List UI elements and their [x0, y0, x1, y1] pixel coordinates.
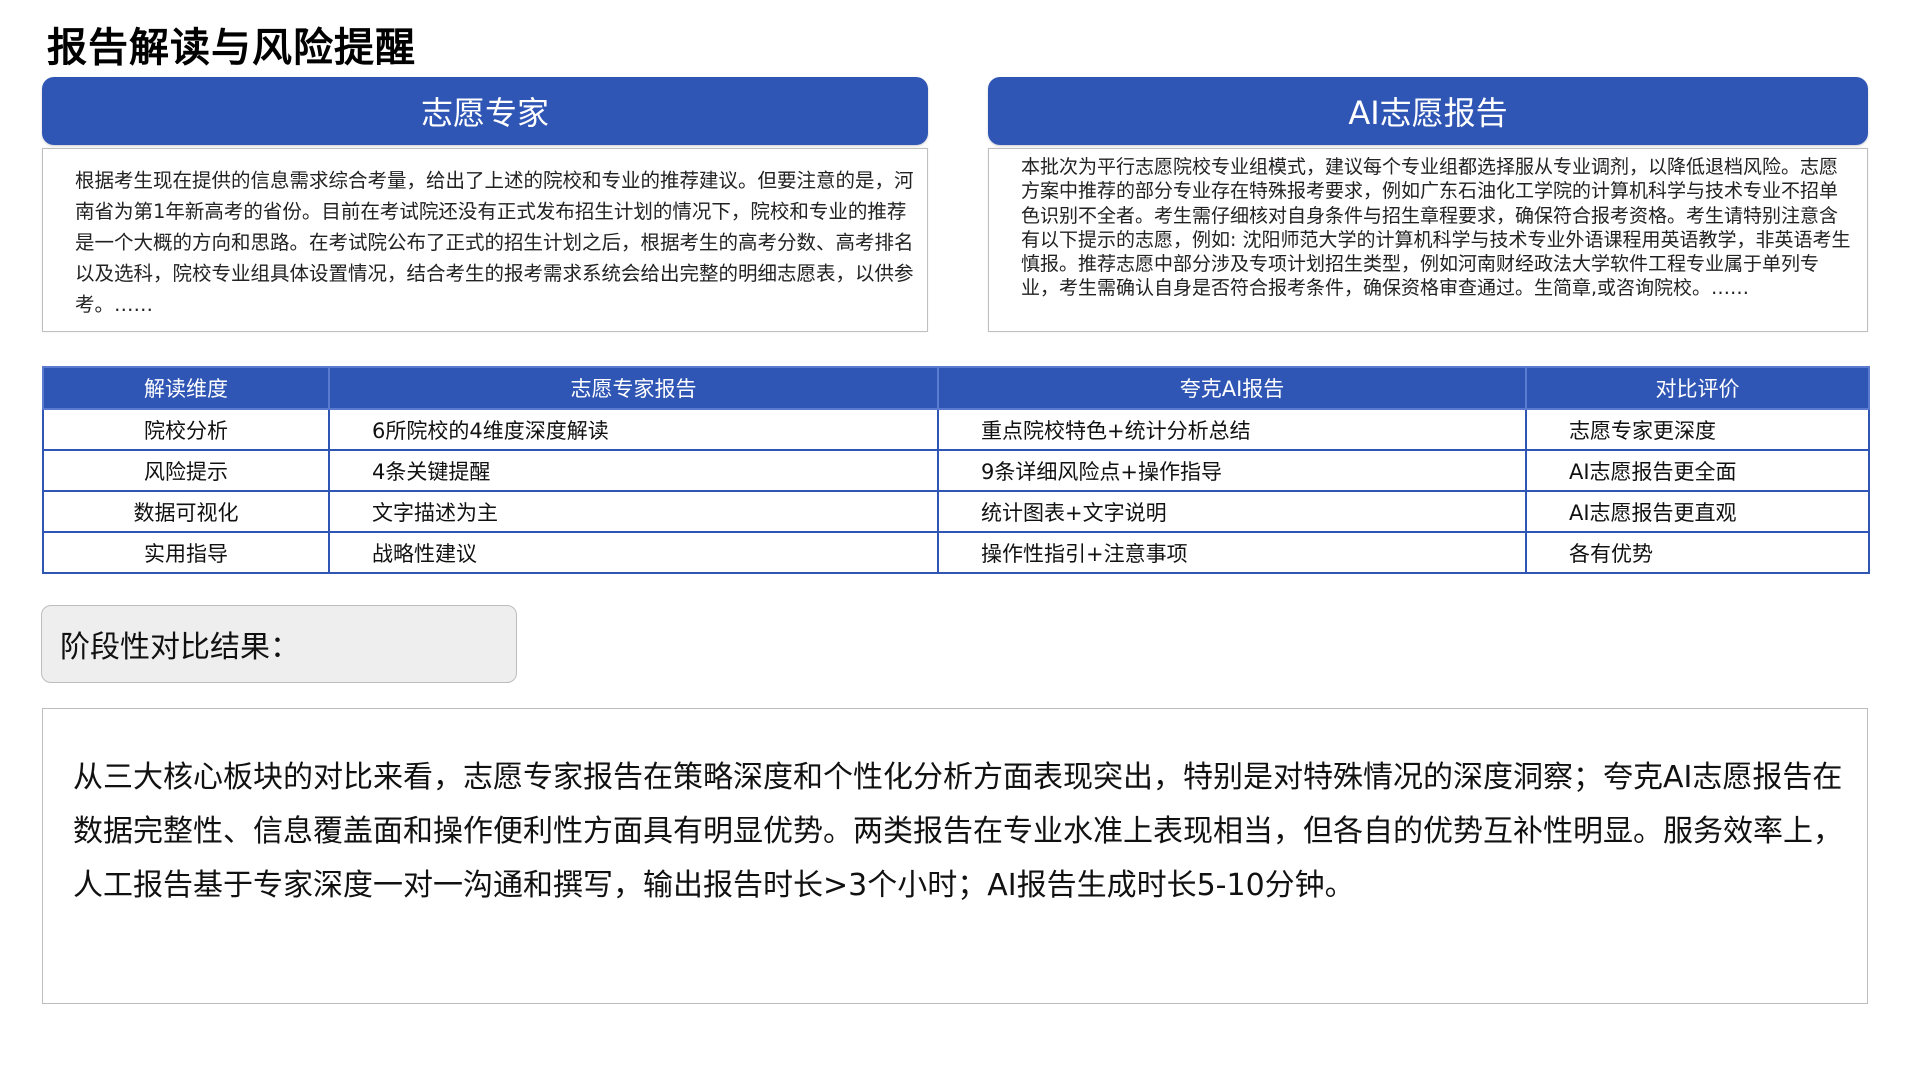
summary-box: 从三大核心板块的对比来看，志愿专家报告在策略深度和个性化分析方面表现突出，特别是… — [42, 708, 1868, 1004]
cell-expert: 战略性建议 — [328, 531, 939, 574]
ai-panel-title: AI志愿报告 — [1348, 94, 1508, 132]
cell-evaluation: 志愿专家更深度 — [1525, 408, 1870, 451]
table-row: 数据可视化 文字描述为主 统计图表+文字说明 AI志愿报告更直观 — [42, 490, 1870, 533]
cell-evaluation: 各有优势 — [1525, 531, 1870, 574]
result-label: 阶段性对比结果： — [60, 630, 300, 665]
cell-ai: 重点院校特色+统计分析总结 — [937, 408, 1527, 451]
cell-ai: 统计图表+文字说明 — [937, 490, 1527, 533]
cell-evaluation: AI志愿报告更直观 — [1525, 490, 1870, 533]
expert-panel-header: 志愿专家 — [42, 77, 928, 145]
header-ai-report: 夸克AI报告 — [937, 366, 1527, 410]
expert-panel-title: 志愿专家 — [420, 94, 549, 132]
cell-expert: 文字描述为主 — [328, 490, 939, 533]
expert-panel-body: 根据考生现在提供的信息需求综合考量，给出了上述的院校和专业的推荐建议。但要注意的… — [42, 148, 928, 332]
page-title: 报告解读与风险提醒 — [47, 25, 416, 71]
header-evaluation: 对比评价 — [1525, 366, 1870, 410]
cell-dimension: 院校分析 — [42, 408, 330, 451]
summary-text: 从三大核心板块的对比来看，志愿专家报告在策略深度和个性化分析方面表现突出，特别是… — [73, 760, 1843, 903]
result-label-box: 阶段性对比结果： — [41, 605, 517, 683]
cell-dimension: 风险提示 — [42, 449, 330, 492]
cell-evaluation: AI志愿报告更全面 — [1525, 449, 1870, 492]
cell-expert: 6所院校的4维度深度解读 — [328, 408, 939, 451]
cell-expert: 4条关键提醒 — [328, 449, 939, 492]
ai-panel-body: 本批次为平行志愿院校专业组模式，建议每个专业组都选择服从专业调剂，以降低退档风险… — [988, 148, 1868, 332]
cell-ai: 操作性指引+注意事项 — [937, 531, 1527, 574]
table-row: 风险提示 4条关键提醒 9条详细风险点+操作指导 AI志愿报告更全面 — [42, 449, 1870, 492]
cell-dimension: 数据可视化 — [42, 490, 330, 533]
expert-panel-text: 根据考生现在提供的信息需求综合考量，给出了上述的院校和专业的推荐建议。但要注意的… — [75, 169, 914, 316]
ai-panel-header: AI志愿报告 — [988, 77, 1868, 145]
cell-ai: 9条详细风险点+操作指导 — [937, 449, 1527, 492]
comparison-table: 解读维度 志愿专家报告 夸克AI报告 对比评价 院校分析 6所院校的4维度深度解… — [42, 366, 1870, 574]
cell-dimension: 实用指导 — [42, 531, 330, 574]
header-dimension: 解读维度 — [42, 366, 330, 410]
table-row: 实用指导 战略性建议 操作性指引+注意事项 各有优势 — [42, 531, 1870, 574]
header-expert-report: 志愿专家报告 — [328, 366, 939, 410]
table-header-row: 解读维度 志愿专家报告 夸克AI报告 对比评价 — [42, 366, 1870, 410]
table-row: 院校分析 6所院校的4维度深度解读 重点院校特色+统计分析总结 志愿专家更深度 — [42, 408, 1870, 451]
ai-panel-text: 本批次为平行志愿院校专业组模式，建议每个专业组都选择服从专业调剂，以降低退档风险… — [1021, 156, 1851, 300]
